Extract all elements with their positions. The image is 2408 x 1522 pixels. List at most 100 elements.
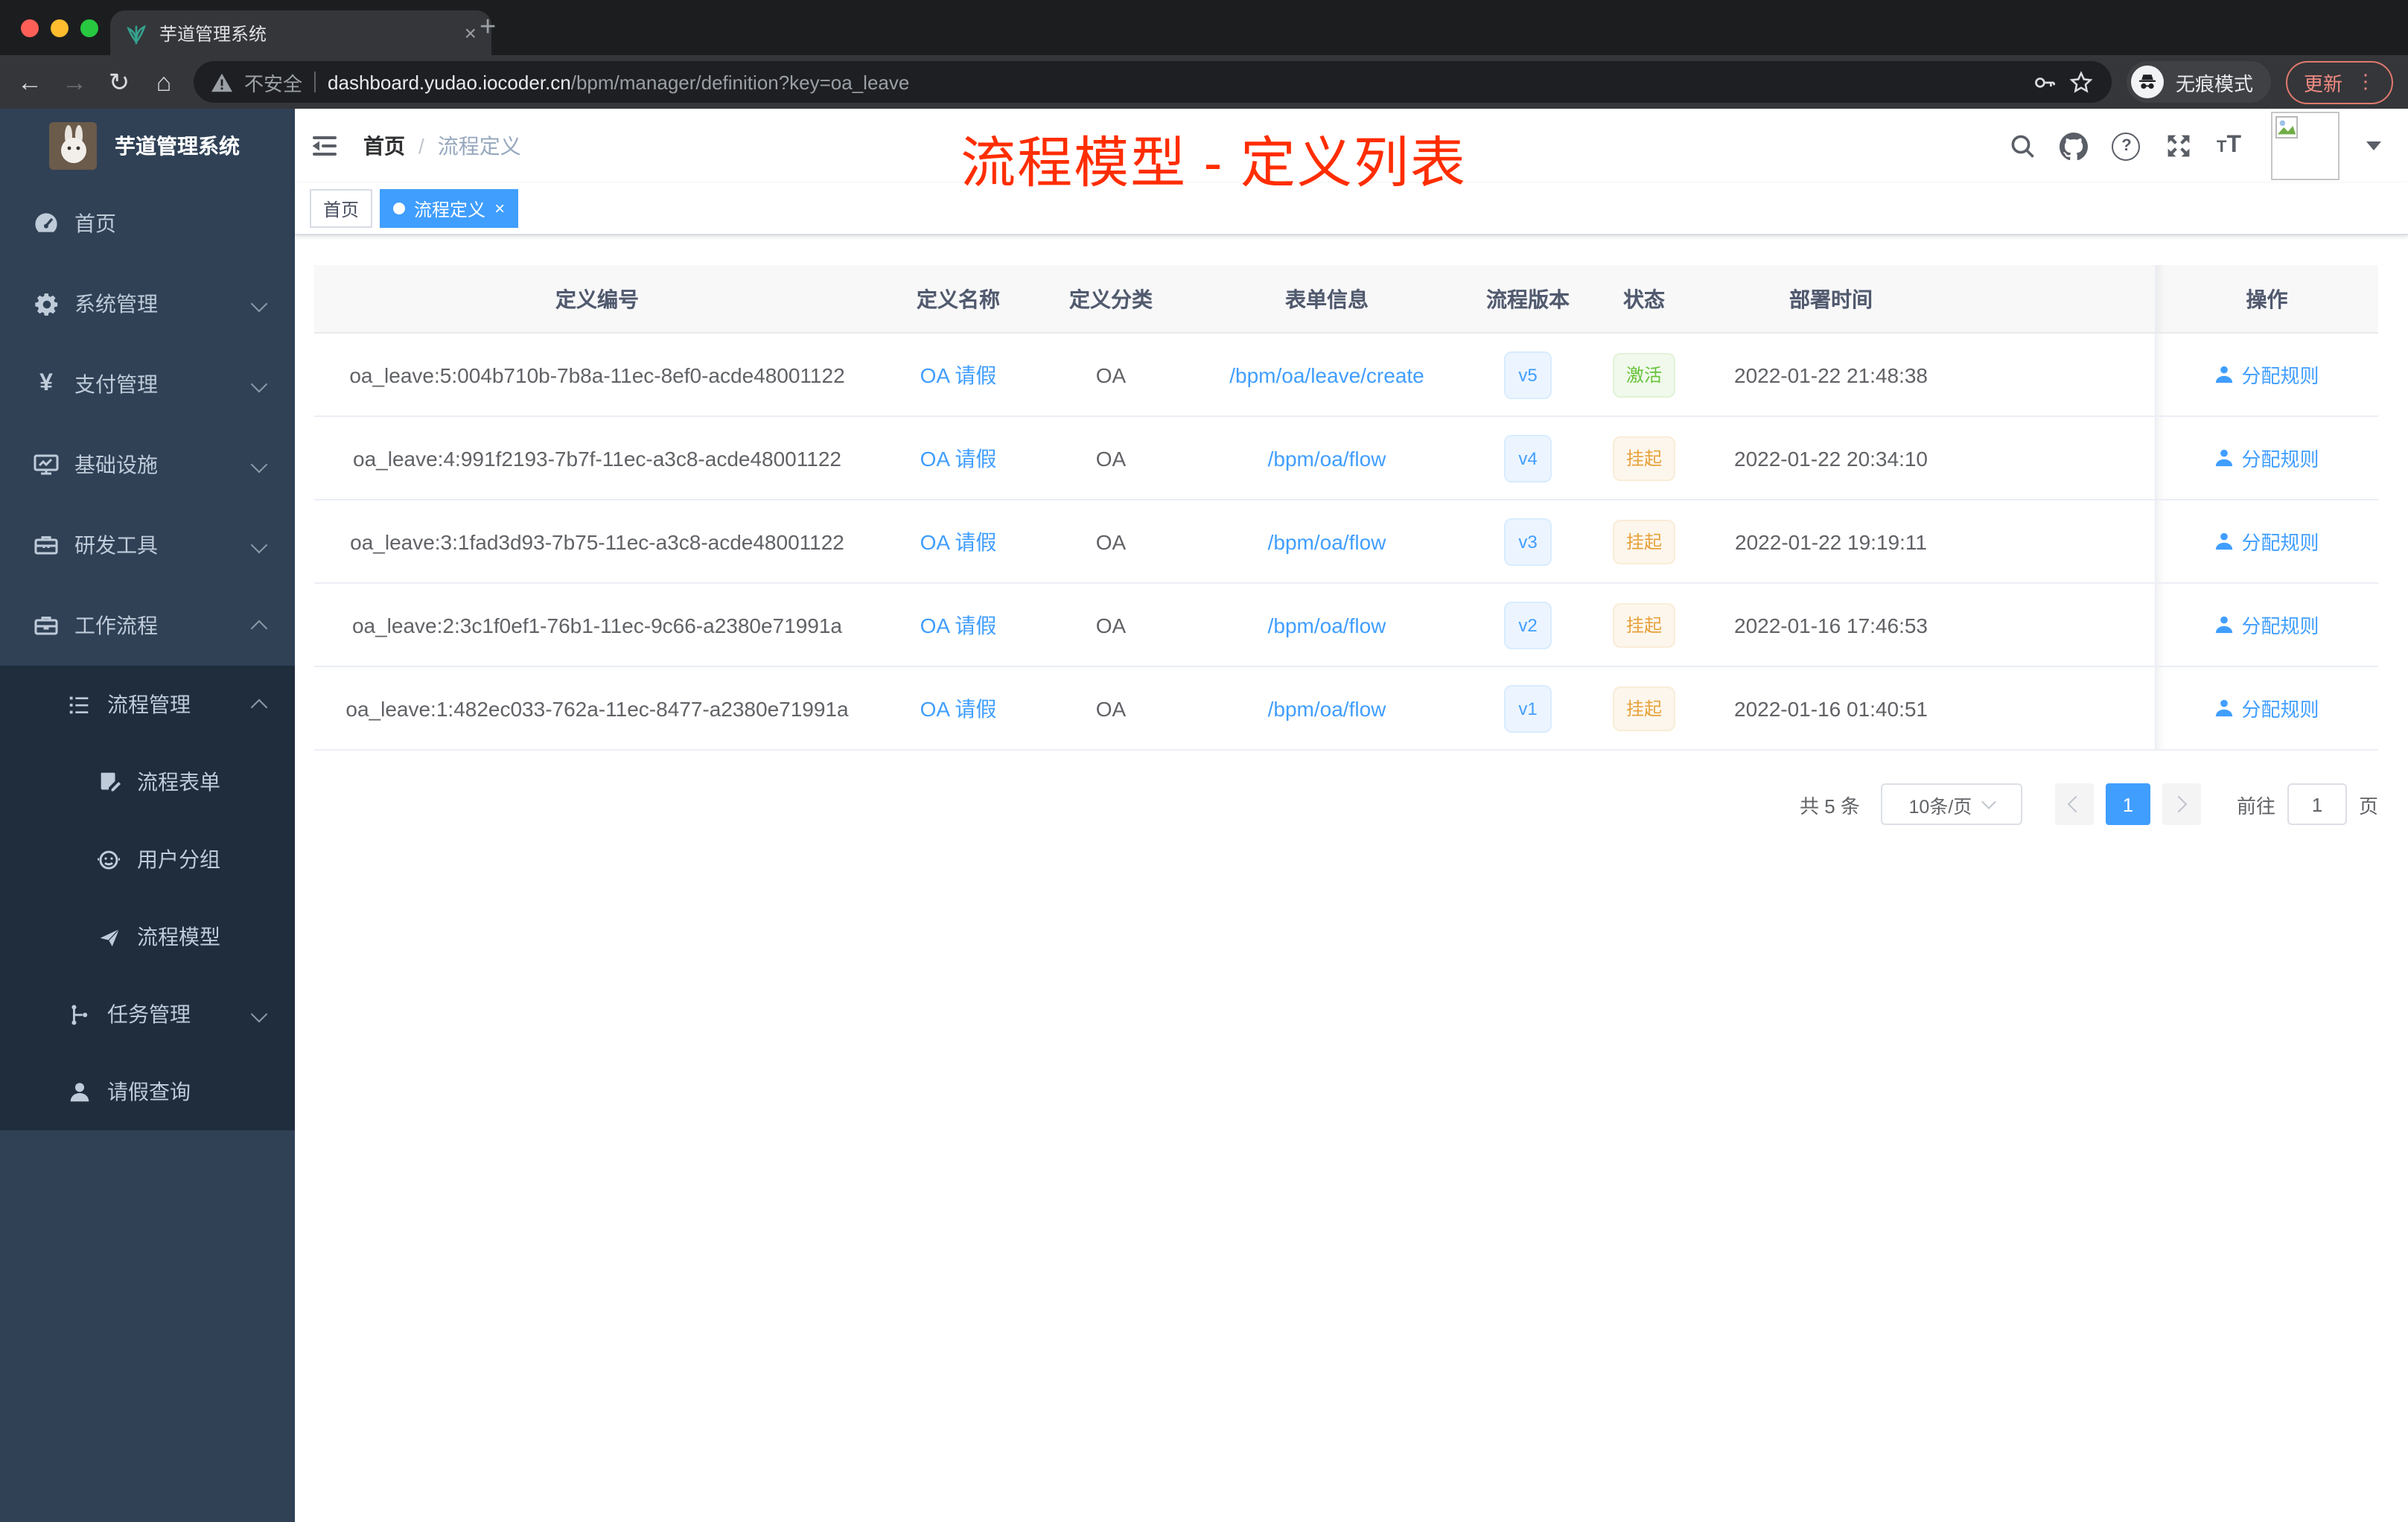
total-count: 共 5 条 [1800, 795, 1860, 817]
sidebar-item-infra[interactable]: 基础设施 [0, 424, 295, 505]
url-path: /bpm/manager/definition?key=oa_leave [570, 71, 910, 93]
search-icon[interactable] [2008, 132, 2036, 160]
definition-name-link[interactable]: OA 请假 [920, 529, 997, 553]
list-icon [66, 691, 92, 718]
cell-deploy-time: 2022-01-22 21:48:38 [1701, 333, 1961, 417]
url-domain: dashboard.yudao.iocoder.cn [328, 71, 571, 93]
chevron-right-icon [2170, 795, 2188, 813]
table-row: oa_leave:4:991f2193-7b7f-11ec-a3c8-acde4… [314, 416, 2378, 500]
browser-update-button[interactable]: 更新 ⋮ [2285, 60, 2393, 104]
incognito-badge: 无痕模式 [2126, 61, 2271, 103]
assign-rule-button[interactable]: 分配规则 [2214, 444, 2319, 472]
window-controls[interactable] [21, 19, 98, 37]
font-size-icon[interactable]: TT [2217, 133, 2241, 159]
avatar[interactable] [2271, 112, 2339, 180]
page-number-button[interactable]: 1 [2105, 783, 2150, 825]
tag-close-icon[interactable]: × [494, 200, 505, 217]
help-icon[interactable]: ? [2112, 132, 2141, 160]
fullscreen-icon[interactable] [2165, 132, 2193, 160]
security-label[interactable]: 不安全 [244, 68, 302, 96]
new-tab-button[interactable]: + [480, 12, 496, 45]
sidebar-item-process-management[interactable]: 流程管理 [0, 666, 295, 743]
definition-name-link[interactable]: OA 请假 [920, 446, 997, 470]
cell-definition-id: oa_leave:2:3c1f0ef1-76b1-11ec-9c66-a2380… [314, 583, 880, 667]
briefcase-icon [33, 612, 60, 639]
tab-close-icon[interactable]: × [465, 22, 477, 43]
chevron-up-icon [250, 620, 268, 637]
assign-rule-button[interactable]: 分配规则 [2214, 360, 2319, 389]
github-icon[interactable] [2060, 132, 2089, 160]
tag-label: 首页 [323, 199, 360, 220]
assign-rule-label: 分配规则 [2241, 448, 2319, 471]
chevron-down-icon [250, 456, 268, 474]
tag-label: 流程定义 [414, 199, 486, 220]
monitor-icon [33, 451, 60, 478]
form-link[interactable]: /bpm/oa/flow [1268, 613, 1386, 637]
definition-name-link[interactable]: OA 请假 [920, 696, 997, 720]
assign-rule-button[interactable]: 分配规则 [2214, 527, 2319, 555]
active-dot-icon [393, 203, 406, 214]
maximize-window-button[interactable] [80, 19, 98, 37]
sidebar-logo[interactable]: 芋道管理系统 [0, 109, 295, 183]
form-link[interactable]: /bpm/oa/leave/create [1229, 363, 1424, 386]
cell-definition-id: oa_leave:5:004b710b-7b8a-11ec-8ef0-acde4… [314, 333, 880, 417]
address-bar[interactable]: 不安全 dashboard.yudao.iocoder.cn/bpm/manag… [194, 61, 2112, 103]
status-badge: 挂起 [1612, 602, 1675, 647]
sidebar-item-system[interactable]: 系统管理 [0, 264, 295, 344]
browser-menu-icon[interactable]: ⋮ [2356, 72, 2375, 92]
sidebar-item-label: 流程表单 [137, 770, 220, 794]
assign-rule-button[interactable]: 分配规则 [2214, 694, 2319, 722]
cell-category: OA [1036, 416, 1185, 500]
tab-title: 芋道管理系统 [159, 23, 267, 44]
bookmark-star-icon[interactable] [2068, 69, 2094, 95]
not-secure-warning-icon [211, 72, 232, 92]
assign-rule-label: 分配规则 [2241, 615, 2319, 637]
tag-home[interactable]: 首页 [310, 189, 373, 228]
page-size-value: 10条/页 [1908, 796, 1972, 817]
back-icon[interactable]: ← [15, 69, 45, 95]
definition-name-link[interactable]: OA 请假 [920, 613, 997, 637]
breadcrumb-home[interactable]: 首页 [363, 131, 405, 161]
form-link[interactable]: /bpm/oa/flow [1268, 446, 1386, 470]
table-row: oa_leave:1:482ec033-762a-11ec-8477-a2380… [314, 666, 2378, 751]
tree-icon [66, 1001, 92, 1028]
sidebar-item-process-model[interactable]: 流程模型 [0, 898, 295, 975]
sidebar-item-label: 流程管理 [107, 692, 191, 716]
version-badge: v5 [1503, 351, 1552, 398]
screen: 芋道管理系统 × + ← → ↻ ⌂ 不安全 dashboard.yudao.i… [0, 0, 2408, 1522]
sidebar-item-task-management[interactable]: 任务管理 [0, 975, 295, 1053]
avatar-caret-icon[interactable] [2366, 141, 2381, 150]
version-badge: v1 [1503, 684, 1552, 732]
sidebar-item-label: 首页 [74, 211, 116, 235]
assign-rule-button[interactable]: 分配规则 [2214, 611, 2319, 639]
page-size-select[interactable]: 10条/页 [1880, 783, 2022, 825]
sidebar-item-user-group[interactable]: 用户分组 [0, 821, 295, 898]
form-link[interactable]: /bpm/oa/flow [1268, 529, 1386, 553]
form-link[interactable]: /bpm/oa/flow [1268, 696, 1386, 720]
sidebar-item-process-form[interactable]: 流程表单 [0, 743, 295, 821]
paper-plane-icon [95, 923, 122, 950]
breadcrumb-current: 流程定义 [437, 134, 521, 158]
browser-tab[interactable]: 芋道管理系统 × [110, 10, 491, 55]
status-badge: 挂起 [1612, 519, 1675, 564]
close-window-button[interactable] [21, 19, 39, 37]
sidebar-fold-icon[interactable] [310, 131, 340, 161]
forward-icon[interactable]: → [60, 69, 89, 95]
chevron-up-icon [250, 698, 268, 716]
home-icon[interactable]: ⌂ [149, 69, 179, 95]
definition-name-link[interactable]: OA 请假 [920, 363, 997, 386]
tag-process-definition[interactable]: 流程定义 × [380, 189, 519, 228]
sidebar-item-leave-query[interactable]: 请假查询 [0, 1053, 295, 1130]
sidebar-item-devtools[interactable]: 研发工具 [0, 505, 295, 585]
sidebar-item-payment[interactable]: ¥ 支付管理 [0, 344, 295, 424]
next-page-button[interactable] [2162, 783, 2201, 825]
prev-page-button[interactable] [2054, 783, 2094, 825]
goto-page-input[interactable] [2287, 783, 2347, 825]
sidebar-item-home[interactable]: 首页 [0, 183, 295, 264]
sidebar-item-workflow[interactable]: 工作流程 [0, 585, 295, 666]
password-key-icon[interactable] [2031, 69, 2057, 95]
url-text[interactable]: dashboard.yudao.iocoder.cn/bpm/manager/d… [328, 71, 909, 93]
minimize-window-button[interactable] [51, 19, 69, 37]
sidebar-item-label: 请假查询 [107, 1080, 191, 1104]
reload-icon[interactable]: ↻ [104, 69, 134, 95]
